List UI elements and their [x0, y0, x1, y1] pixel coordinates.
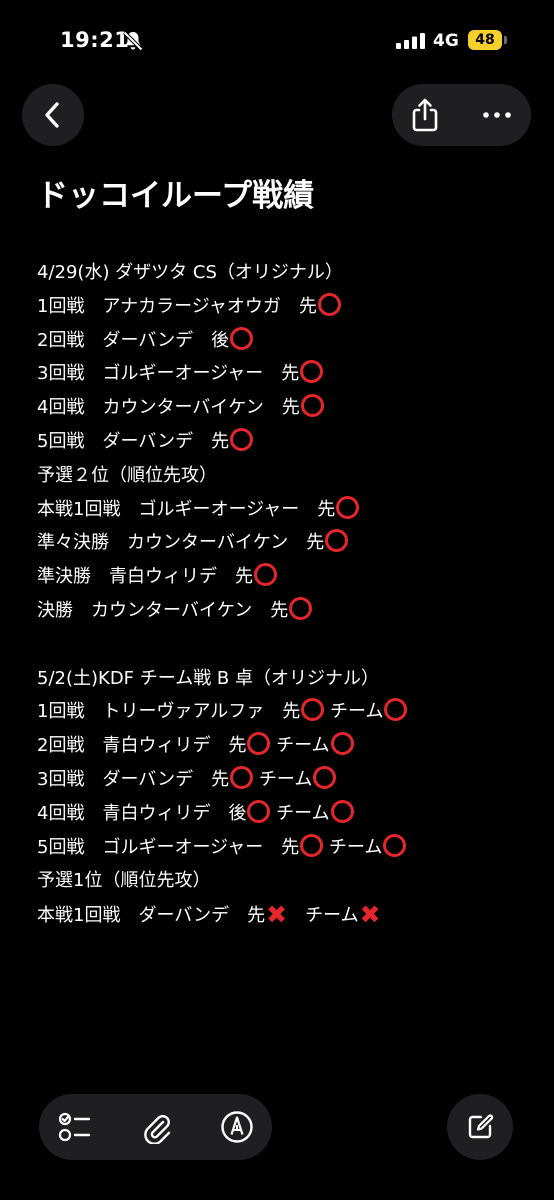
team-result-label: チーム	[270, 735, 330, 757]
win-circle-icon	[325, 529, 349, 553]
note-line: 準決勝 青白ウィリデ 先	[37, 560, 537, 594]
team-result-label: チーム	[324, 701, 384, 723]
note-line-text: 5/2(土)KDF チーム戦 B 卓（オリジナル）	[37, 667, 380, 689]
win-circle-icon	[336, 495, 360, 519]
note-line-text: 1回戦 トリーヴァアルファ 先	[37, 701, 301, 723]
note-title[interactable]: ドッコイループ戦績	[37, 170, 314, 215]
note-body[interactable]: 4/29(水) ダザツタ CS（オリジナル） 1回戦 アナカラージャオウガ 先 2回…	[37, 256, 537, 932]
note-line: 本戦1回戦 ダーバンデ 先✖ チーム✖	[37, 898, 537, 932]
win-circle-icon	[289, 596, 313, 620]
paperclip-icon[interactable]	[139, 1110, 173, 1144]
note-line-text: 1回戦 アナカラージャオウガ 先	[37, 295, 317, 317]
win-circle-icon	[230, 326, 254, 350]
more-icon[interactable]	[480, 102, 514, 128]
pen-markup-icon[interactable]	[220, 1110, 254, 1144]
note-line-text: 4回戦 青白ウィリデ 後	[37, 802, 247, 824]
win-circle-icon	[247, 732, 271, 756]
note-line: 予選1位（順位先攻）	[37, 864, 537, 898]
win-circle-icon	[383, 833, 407, 857]
note-line-text: 2回戦 ダーバンデ 後	[37, 329, 230, 351]
note-line-text: 予選２位（順位先攻）	[37, 464, 217, 486]
compose-icon	[468, 1114, 494, 1139]
note-line: 5回戦 ダーバンデ 先	[37, 425, 537, 459]
note-line: 本戦1回戦 ゴルギーオージャー 先	[37, 493, 537, 527]
win-circle-icon	[301, 698, 325, 722]
note-line: 3回戦 ダーバンデ 先 チーム	[37, 763, 537, 797]
status-bar: 19:21 4G 48	[0, 0, 554, 80]
win-circle-icon	[254, 563, 277, 587]
win-circle-icon	[247, 799, 271, 823]
team-result-label: チーム	[323, 836, 383, 858]
note-line-text: 3回戦 ダーバンデ 先	[37, 768, 230, 790]
win-circle-icon	[330, 799, 354, 823]
status-time: 19:21	[60, 28, 130, 52]
loss-cross-icon: ✖	[359, 900, 381, 930]
note-line-text: 本戦1回戦 ダーバンデ 先	[37, 905, 266, 927]
note-line-text: 3回戦 ゴルギーオージャー 先	[37, 363, 300, 385]
compose-button[interactable]	[447, 1094, 513, 1160]
note-line: 決勝 カウンターバイケン 先	[37, 594, 537, 628]
share-icon[interactable]	[408, 96, 442, 134]
note-line: 4回戦 青白ウィリデ 後 チーム	[37, 797, 537, 831]
note-line-text: 5回戦 ダーバンデ 先	[37, 430, 230, 452]
bell-slash-icon	[123, 31, 143, 51]
win-circle-icon	[300, 394, 324, 418]
note-line-text: 本戦1回戦 ゴルギーオージャー 先	[37, 498, 336, 520]
note-line-text: 5回戦 ゴルギーオージャー 先	[37, 836, 300, 858]
win-circle-icon	[300, 360, 324, 384]
win-circle-icon	[384, 698, 408, 722]
note-line: 1回戦 アナカラージャオウガ 先	[37, 290, 537, 324]
team-result-label: チーム	[287, 905, 359, 927]
note-line-text: 4回戦 カウンターバイケン 先	[37, 397, 300, 419]
note-line-text: 準決勝 青白ウィリデ 先	[37, 566, 253, 588]
win-circle-icon	[300, 833, 324, 857]
back-button[interactable]	[22, 84, 84, 146]
note-line: 2回戦 青白ウィリデ 先 チーム	[37, 729, 537, 763]
note-line: 5回戦 ゴルギーオージャー 先 チーム	[37, 831, 537, 865]
note-line-text: 決勝 カウンターバイケン 先	[37, 599, 289, 621]
loss-cross-icon: ✖	[266, 900, 288, 930]
note-line-text: 準々決勝 カウンターバイケン 先	[37, 532, 325, 554]
checklist-icon[interactable]	[58, 1110, 92, 1144]
note-line: 3回戦 ゴルギーオージャー 先	[37, 357, 537, 391]
note-line: 4回戦 カウンターバイケン 先	[37, 391, 537, 425]
win-circle-icon	[230, 765, 254, 789]
note-line: 2回戦 ダーバンデ 後	[37, 324, 537, 358]
note-line: 5/2(土)KDF チーム戦 B 卓（オリジナル）	[37, 662, 537, 696]
note-line: 1回戦 トリーヴァアルファ 先 チーム	[37, 695, 537, 729]
battery-tip	[504, 36, 507, 44]
network-type: 4G	[433, 31, 459, 51]
note-actions-group	[392, 84, 531, 146]
chevron-left-icon	[45, 102, 59, 128]
bottom-toolbar	[39, 1094, 272, 1160]
win-circle-icon	[317, 292, 341, 316]
team-result-label: チーム	[253, 768, 313, 790]
battery-icon: 48	[468, 30, 502, 50]
win-circle-icon	[330, 732, 354, 756]
win-circle-icon	[230, 427, 254, 451]
note-line-text: 4/29(水) ダザツタ CS（オリジナル）	[37, 262, 343, 283]
note-line: 4/29(水) ダザツタ CS（オリジナル）	[37, 256, 537, 290]
note-line: 準々決勝 カウンターバイケン 先	[37, 526, 537, 560]
cellular-signal-icon	[396, 33, 425, 49]
note-line-text: 予選1位（順位先攻）	[37, 870, 211, 892]
win-circle-icon	[313, 765, 337, 789]
team-result-label: チーム	[270, 802, 330, 824]
note-line: 予選２位（順位先攻）	[37, 459, 537, 493]
note-line-text: 2回戦 青白ウィリデ 先	[37, 735, 247, 757]
